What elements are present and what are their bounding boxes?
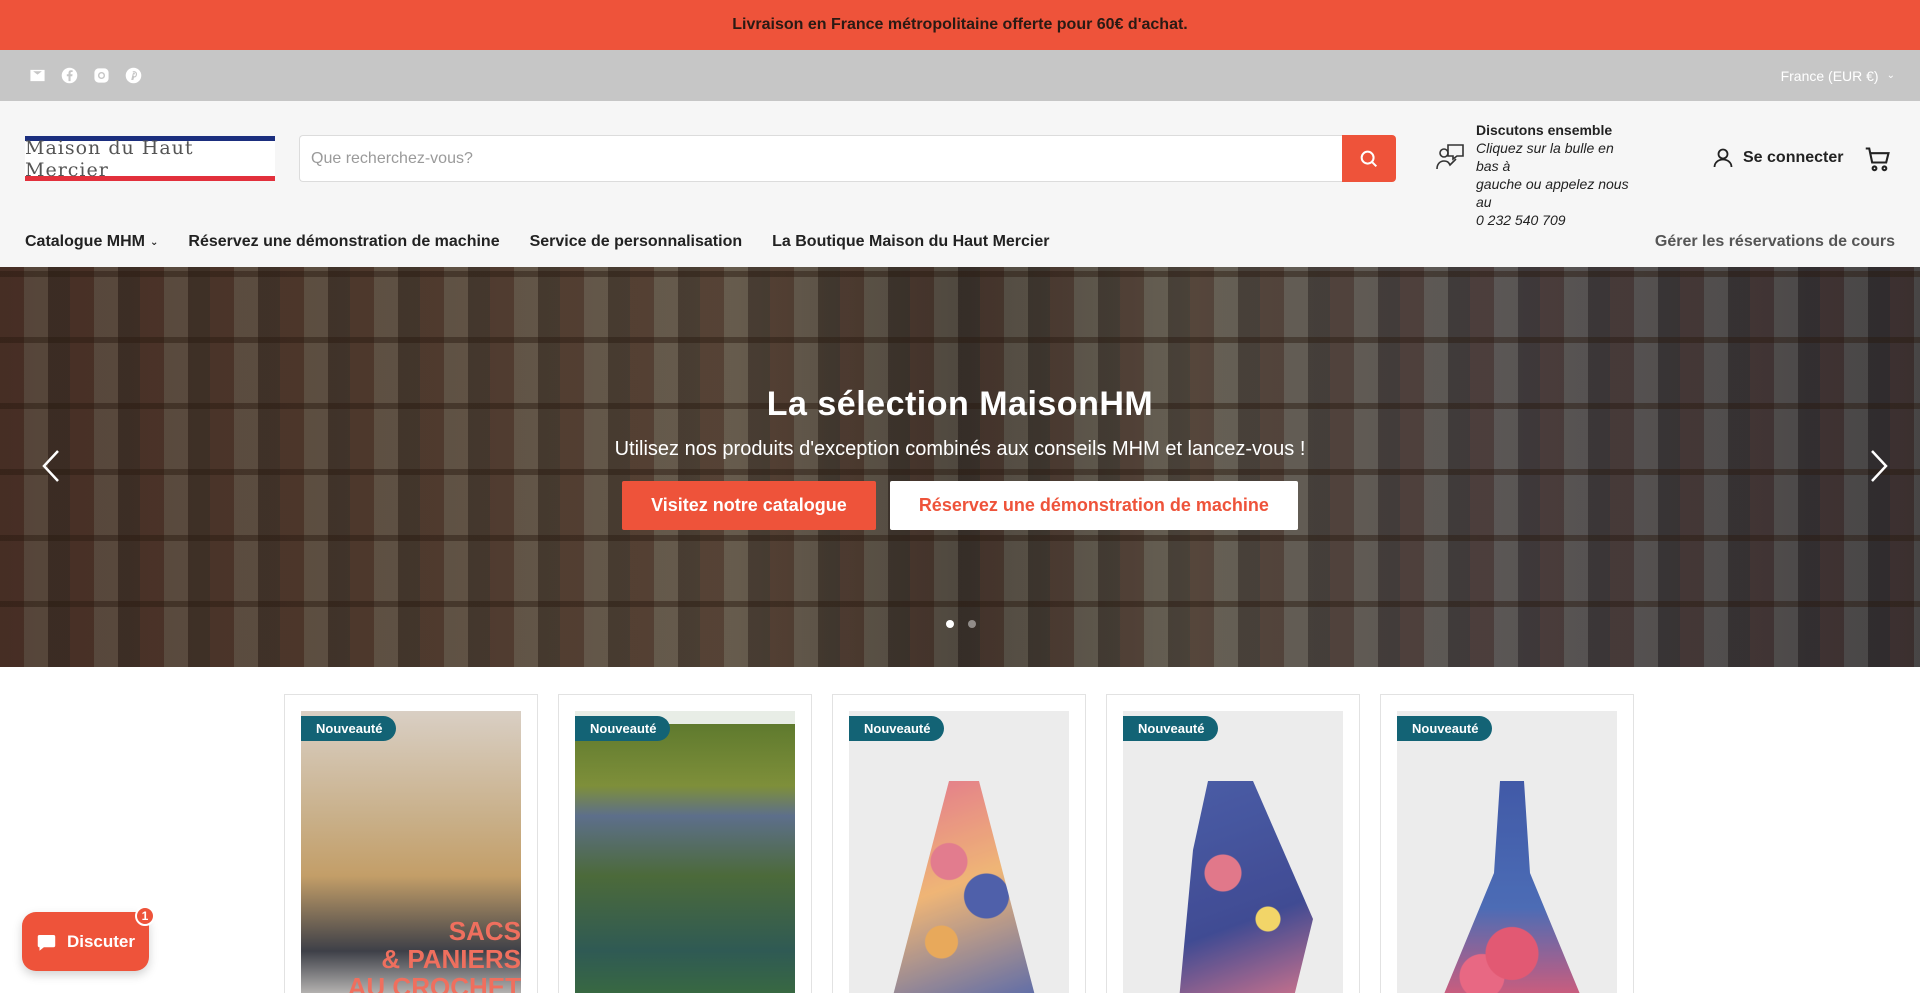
slide-dots: [946, 620, 976, 628]
announcement-bar: Livraison en France métropolitaine offer…: [0, 0, 1920, 50]
contact-line-1: Cliquez sur la bulle en bas à: [1476, 140, 1614, 174]
cart-icon[interactable]: [1864, 145, 1892, 173]
product-image[interactable]: SACS & PANIERS AU CROCHET: [301, 711, 521, 993]
nav-item-label: Service de personnalisation: [529, 233, 743, 250]
unread-badge: 1: [135, 906, 155, 926]
caption-line: & PANIERS: [381, 944, 521, 974]
new-badge: Nouveauté: [301, 716, 397, 741]
new-badge: Nouveauté: [1397, 716, 1493, 741]
chevron-down-icon: ⌄: [1886, 70, 1895, 81]
login-link[interactable]: Se connecter: [1711, 146, 1843, 170]
caption-line: AU CROCHET: [347, 972, 521, 993]
product-image[interactable]: [575, 711, 795, 993]
login-label: Se connecter: [1743, 149, 1844, 166]
search-input[interactable]: [299, 135, 1342, 182]
search-button[interactable]: [1342, 135, 1396, 182]
facebook-icon[interactable]: [60, 67, 78, 85]
nav-item-label: La Boutique Maison du Haut Mercier: [772, 233, 1050, 250]
product-image[interactable]: [1397, 711, 1617, 993]
hero-subtitle: Utilisez nos produits d'exception combin…: [614, 438, 1306, 460]
support-agent-icon: [1434, 141, 1466, 175]
country-label: France (EUR €): [1780, 67, 1879, 84]
product-card[interactable]: Nouveauté: [1380, 694, 1634, 993]
product-image[interactable]: [1123, 711, 1343, 993]
site-logo[interactable]: Maison du Haut Mercier: [25, 136, 275, 181]
nav-item-label: Catalogue MHM: [25, 233, 145, 250]
announcement-text: Livraison en France métropolitaine offer…: [732, 16, 1188, 33]
product-card[interactable]: Nouveauté SACS & PANIERS AU CROCHET: [284, 694, 538, 993]
nav-item-personnalisation[interactable]: Service de personnalisation: [530, 233, 743, 251]
chevron-down-icon: ⌄: [150, 236, 159, 248]
chevron-right-icon: [1871, 450, 1888, 482]
contact-block: Discutons ensemble Cliquez sur la bulle …: [1434, 121, 1634, 229]
user-icon: [1713, 148, 1733, 168]
new-badge: Nouveauté: [575, 716, 671, 741]
nav-item-demo[interactable]: Réservez une démonstration de machine: [188, 233, 499, 251]
contact-line-2: gauche ou appelez nous au: [1476, 176, 1629, 210]
contact-title: Discutons ensemble: [1476, 122, 1613, 138]
demo-booking-button[interactable]: Réservez une démonstration de machine: [889, 481, 1298, 530]
search-icon: [1360, 150, 1378, 167]
chat-button[interactable]: Discuter 1: [22, 906, 155, 971]
new-badge: Nouveauté: [1123, 716, 1219, 741]
product-image[interactable]: [849, 711, 1069, 993]
next-slide-button[interactable]: [1864, 447, 1892, 485]
product-card[interactable]: Nouveauté: [558, 694, 812, 993]
product-grid: Nouveauté SACS & PANIERS AU CROCHET Nouv…: [284, 694, 1634, 993]
country-selector[interactable]: France (EUR €) ⌄: [1781, 68, 1895, 84]
logo-text: Maison du Haut Mercier: [25, 136, 194, 181]
chat-bubble-icon: [37, 934, 56, 951]
chevron-left-icon: [42, 450, 59, 482]
nav-item-label: Réservez une démonstration de machine: [188, 233, 500, 250]
caption-line: SACS: [448, 916, 521, 946]
product-card[interactable]: Nouveauté: [1106, 694, 1360, 993]
slide-dot[interactable]: [946, 620, 954, 628]
utility-bar: France (EUR €) ⌄: [0, 50, 1920, 101]
contact-phone: 0 232 540 709: [1476, 212, 1566, 228]
product-card[interactable]: Nouveauté: [832, 694, 1086, 993]
catalogue-button[interactable]: Visitez notre catalogue: [622, 481, 876, 530]
nav-item-reservations[interactable]: Gérer les réservations de cours: [1655, 233, 1895, 251]
hero-title: La sélection MaisonHM: [766, 385, 1154, 423]
social-links: [28, 67, 142, 85]
nav-item-catalogue[interactable]: Catalogue MHM ⌄: [25, 233, 158, 251]
instagram-icon[interactable]: [92, 67, 110, 85]
nav-item-boutique[interactable]: La Boutique Maison du Haut Mercier: [772, 233, 1049, 251]
contact-text: Discutons ensemble Cliquez sur la bulle …: [1476, 121, 1634, 229]
hero-content: La sélection MaisonHM Utilisez nos produ…: [0, 385, 1920, 530]
nav-links: Catalogue MHM ⌄ Réservez une démonstrati…: [25, 233, 1049, 251]
previous-slide-button[interactable]: [38, 447, 66, 485]
pinterest-icon[interactable]: [124, 67, 142, 85]
mail-icon[interactable]: [28, 67, 46, 85]
slide-dot[interactable]: [968, 620, 976, 628]
product-image-caption: SACS & PANIERS AU CROCHET: [348, 917, 521, 993]
search-form: [299, 135, 1396, 182]
hero-slideshow: La sélection MaisonHM Utilisez nos produ…: [0, 267, 1920, 667]
chat-label: Discuter: [66, 931, 135, 951]
hero-ctas: Visitez notre catalogue Réservez une dém…: [0, 481, 1920, 530]
new-badge: Nouveauté: [849, 716, 945, 741]
